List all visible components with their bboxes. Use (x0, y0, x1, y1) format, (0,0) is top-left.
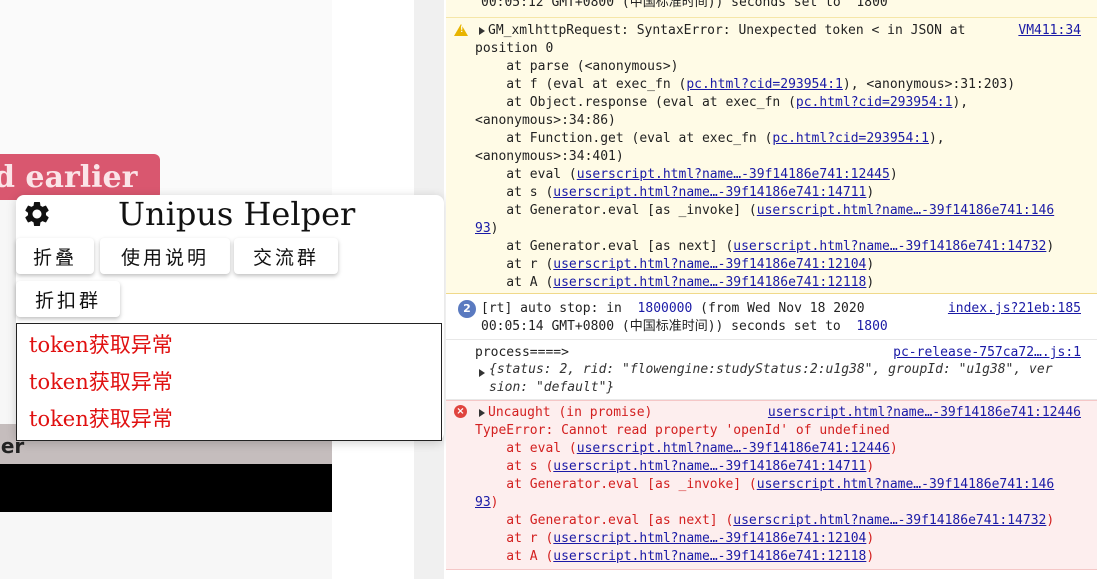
page-action-button-label: d earlier (0, 160, 138, 195)
stack-frame-link[interactable]: userscript.html?name…-39f14186e741:14711 (553, 459, 866, 474)
warning-text: GM_xmlhttpRequest: SyntaxError: Unexpect… (488, 23, 966, 38)
unipus-helper-panel: Unipus Helper 折叠 使用说明 交流群 折扣群 token获取异常 … (16, 195, 444, 441)
autostop-source-link[interactable]: index.js?21eb:185 (948, 300, 1081, 318)
stack-frame: at Generator.eval [as next] (userscript.… (475, 513, 1055, 528)
stack-frame: at s (userscript.html?name…-39f14186e741… (475, 459, 875, 474)
stack-frame-link[interactable]: userscript.html?name…-39f14186e741:146 (757, 203, 1054, 218)
stack-frame-link[interactable]: userscript.html?name…-39f14186e741:12445 (577, 167, 890, 182)
stack-frame: at eval (userscript.html?name…-39f14186e… (475, 441, 898, 456)
console-message-partial: 00:05:12 GMT+0800 (中国标准时间)) seconds set … (446, 0, 1097, 18)
stack-frame-link[interactable]: userscript.html?name…-39f14186e741:12446 (577, 441, 890, 456)
stack-frame: at r (userscript.html?name…-39f14186e741… (475, 257, 875, 272)
warning-source-link[interactable]: VM411:34 (1018, 22, 1081, 40)
process-text: process====> (475, 345, 569, 360)
console-message-partial (446, 570, 1097, 579)
warning-text: position 0 (475, 41, 554, 56)
expand-triangle-icon[interactable] (479, 27, 485, 35)
autostop-text: [rt] auto stop: in 1800000 (from Wed Nov… (481, 301, 865, 316)
page-black-band (0, 464, 332, 512)
stack-frame: at parse (<anonymous>) (475, 59, 679, 74)
log-line: token获取异常 (29, 333, 173, 357)
process-object[interactable]: {status: 2, rid: "flowengine:studyStatus… (489, 361, 1053, 379)
stack-frame-link[interactable]: 93 (475, 221, 491, 236)
stack-frame: at Function.get (eval at exec_fn (pc.htm… (475, 131, 945, 146)
stack-frame: at Generator.eval [as _invoke] (userscri… (475, 477, 1055, 492)
helper-title: Unipus Helper (118, 195, 356, 233)
stack-frame: at r (userscript.html?name…-39f14186e741… (475, 531, 875, 546)
console-log-process: process====> pc-release-757ca72….js:1 {s… (446, 340, 1097, 400)
stack-frame-link[interactable]: userscript.html?name…-39f14186e741:12118 (553, 275, 866, 290)
expand-triangle-icon[interactable] (479, 409, 485, 417)
autostop-text: 00:05:14 GMT+0800 (中国标准时间)) seconds set … (481, 319, 888, 334)
stack-frame-link[interactable]: userscript.html?name…-39f14186e741:14732 (733, 239, 1046, 254)
stack-frame: at A (userscript.html?name…-39f14186e741… (475, 549, 875, 564)
error-source-link[interactable]: userscript.html?name…-39f14186e741:12446 (768, 404, 1081, 422)
stack-frame: at s (userscript.html?name…-39f14186e741… (475, 185, 875, 200)
stack-frame-link[interactable]: userscript.html?name…-39f14186e741:14732 (733, 513, 1046, 528)
process-object[interactable]: sion: "default"} (489, 379, 614, 397)
stack-frame: at Object.response (eval at exec_fn (pc.… (475, 95, 969, 110)
discount-group-button[interactable]: 折扣群 (16, 281, 120, 317)
console-log-autostop: 2 [rt] auto stop: in 1800000 (from Wed N… (446, 294, 1097, 340)
stack-frame-link[interactable]: pc.html?cid=293954:1 (796, 95, 953, 110)
stack-frame: at A (userscript.html?name…-39f14186e741… (475, 275, 875, 290)
stack-frame: <anonymous>:34:86) (475, 113, 616, 128)
error-icon: × (454, 405, 467, 418)
log-line: token获取异常 (29, 370, 173, 394)
stack-frame-link[interactable]: userscript.html?name…-39f14186e741:12104 (553, 257, 866, 272)
fold-button[interactable]: 折叠 (16, 238, 94, 274)
log-box: token获取异常 token获取异常 token获取异常 (16, 323, 442, 441)
stack-frame: at eval (userscript.html?name…-39f14186e… (475, 167, 898, 182)
manual-button[interactable]: 使用说明 (100, 238, 230, 274)
stack-frame: 93) (475, 221, 499, 236)
log-line: token获取异常 (29, 407, 173, 431)
stack-frame: at f (eval at exec_fn (pc.html?cid=29395… (475, 77, 1016, 92)
devtools-console: 00:05:12 GMT+0800 (中国标准时间)) seconds set … (446, 0, 1097, 579)
console-warning: ! GM_xmlhttpRequest: SyntaxError: Unexpe… (446, 18, 1097, 294)
stack-frame: at Generator.eval [as _invoke] (userscri… (475, 203, 1055, 218)
error-text: TypeError: Cannot read property 'openId'… (475, 423, 890, 438)
group-button[interactable]: 交流群 (234, 238, 338, 274)
stack-frame-link[interactable]: 93 (475, 495, 491, 510)
stack-frame-link[interactable]: pc.html?cid=293954:1 (772, 131, 929, 146)
console-error: × Uncaught (in promise) userscript.html?… (446, 400, 1097, 570)
stack-frame: at Generator.eval [as next] (userscript.… (475, 239, 1055, 254)
stack-frame-link[interactable]: userscript.html?name…-39f14186e741:14711 (553, 185, 866, 200)
page-action-button[interactable]: d earlier (0, 154, 160, 200)
stack-frame: <anonymous>:34:401) (475, 149, 624, 164)
stack-frame-link[interactable]: userscript.html?name…-39f14186e741:12104 (553, 531, 866, 546)
stack-frame: 93) (475, 495, 499, 510)
warning-icon: ! (454, 24, 468, 36)
console-text: 00:05:12 GMT+0800 (中国标准时间)) seconds set … (481, 0, 888, 10)
stack-frame-link[interactable]: pc.html?cid=293954:1 (686, 77, 843, 92)
stack-frame-link[interactable]: userscript.html?name…-39f14186e741:146 (757, 477, 1054, 492)
error-text: Uncaught (in promise) (488, 405, 653, 420)
stack-frame-link[interactable]: userscript.html?name…-39f14186e741:12118 (553, 549, 866, 564)
repeat-count-badge: 2 (458, 300, 476, 318)
expand-triangle-icon[interactable] (479, 369, 485, 377)
gear-icon[interactable] (22, 199, 52, 229)
process-source-link[interactable]: pc-release-757ca72….js:1 (893, 344, 1081, 362)
